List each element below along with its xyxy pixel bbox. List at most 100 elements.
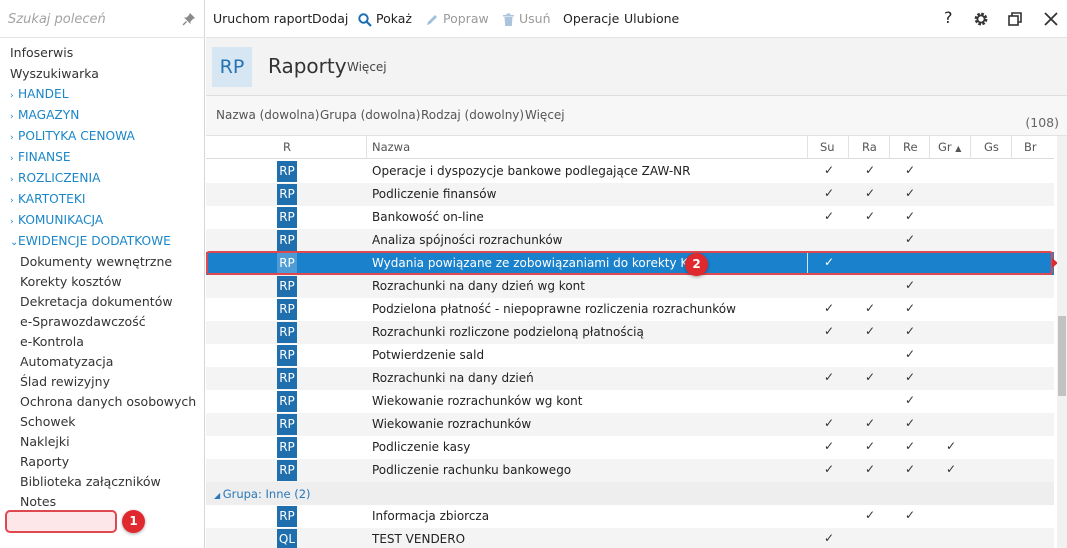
table-row[interactable]: RP Podliczenie finansów ✓ ✓ ✓ [206, 183, 1054, 206]
table-row[interactable]: RP Operacje i dyspozycje bankowe podlegaj… [206, 160, 1054, 183]
report-name: Podliczenie kasy [372, 440, 471, 454]
nav-sub-item[interactable]: Naklejki [0, 432, 205, 452]
table-row[interactable]: RP Potwierdzenie sald ✓ [206, 344, 1054, 367]
column-header-br[interactable]: Br [1024, 140, 1037, 154]
nav-sub-item[interactable]: Notes [0, 492, 205, 512]
nav-item[interactable]: Wyszukiwarka [0, 63, 205, 84]
chevron-right-icon: › [10, 112, 14, 122]
column-header-gs[interactable]: Gs [984, 140, 999, 154]
report-type-icon: QL [277, 529, 297, 548]
nav-item[interactable]: Infoserwis [0, 42, 205, 63]
checkmark-icon: ✓ [824, 163, 835, 177]
table-row[interactable]: RP Wiekowanie rozrachunków wg kont ✓ [206, 390, 1054, 413]
command-search-input[interactable] [8, 9, 178, 29]
column-header-gr[interactable]: Gr ▲ [938, 140, 961, 154]
filter-bar: Nazwa (dowolna) Grupa (dowolna) Rodzaj (… [206, 96, 1067, 136]
checkmark-icon: ✓ [905, 370, 916, 384]
nav-sub-item[interactable]: Ochrona danych osobowych [0, 392, 205, 412]
group-header-row[interactable]: ◢ Grupa: Inne (2) [206, 482, 1054, 505]
nav-group[interactable]: › POLITYKA CENOWA [0, 126, 205, 147]
help-button[interactable]: ? [944, 9, 953, 27]
edit-button[interactable]: Popraw [425, 10, 489, 28]
show-button[interactable]: Pokaż [358, 10, 412, 28]
column-header-su[interactable]: Su [820, 140, 835, 154]
nav-sub-item[interactable]: Korekty kosztów [0, 272, 205, 292]
run-report-button[interactable]: Uruchom raport [213, 10, 312, 28]
close-icon[interactable] [1042, 10, 1060, 28]
nav-sub-item[interactable]: Automatyzacja [0, 352, 205, 372]
report-type-icon: RP [277, 368, 297, 389]
delete-button[interactable]: Usuń [502, 10, 551, 28]
module-tile: RP [212, 47, 252, 87]
nav-group[interactable]: › KOMUNIKACJA [0, 210, 205, 231]
nav-sub-item[interactable]: Biblioteka załączników [0, 472, 205, 492]
column-header-r[interactable]: R [283, 140, 291, 154]
checkmark-icon: ✓ [946, 462, 957, 476]
checkmark-icon: ✓ [865, 416, 876, 430]
nav-group-expanded[interactable]: ⌄EWIDENCJE DODATKOWE [0, 231, 205, 252]
nav-group[interactable]: › KARTOTEKI [0, 189, 205, 210]
column-header-re[interactable]: Re [903, 140, 918, 154]
nav-sub-item[interactable]: Dokumenty wewnętrzne [0, 252, 205, 272]
filter-kind[interactable]: Rodzaj (dowolny) [421, 108, 524, 122]
table-row[interactable]: RP Podliczenie rachunku bankowego ✓ ✓ ✓ ✓ [206, 459, 1054, 482]
add-button[interactable]: Dodaj [312, 10, 348, 28]
table-row[interactable]: RP Rozrachunki na dany dzień wg kont ✓ [206, 275, 1054, 298]
gear-icon[interactable] [972, 10, 990, 28]
nav-group[interactable]: › MAGAZYN [0, 105, 205, 126]
column-header-name[interactable]: Nazwa [372, 140, 410, 154]
nav-sub-item[interactable]: Dekretacja dokumentów [0, 292, 205, 312]
table-row[interactable]: RP Wiekowanie rozrachunków ✓ ✓ ✓ [206, 413, 1054, 436]
report-name: Wiekowanie rozrachunków [372, 417, 532, 431]
checkmark-icon: ✓ [905, 508, 916, 522]
nav-sub-item[interactable]: Raporty [0, 452, 205, 472]
restore-window-icon[interactable] [1006, 10, 1024, 28]
show-label: Pokaż [376, 11, 412, 26]
trash-icon [503, 13, 514, 26]
table-row[interactable]: RP Podliczenie kasy ✓ ✓ ✓ ✓ [206, 436, 1054, 459]
header-more-link[interactable]: Więcej [347, 60, 387, 74]
scrollbar-thumb[interactable] [1058, 316, 1066, 396]
table-row-selected[interactable]: RP Wydania powiązane ze zobowiązaniami do… [206, 252, 1054, 275]
table-row[interactable]: RP Bankowość on-line ✓ ✓ ✓ [206, 206, 1054, 229]
collapse-group-icon[interactable]: ◢ [214, 491, 223, 500]
checkmark-icon: ✓ [824, 370, 835, 384]
group-label-text: Grupa: Inne (2) [222, 487, 311, 501]
nav-sub-item[interactable]: Ślad rewizyjny [0, 372, 205, 392]
checkmark-icon: ✓ [865, 370, 876, 384]
table-row[interactable]: RP Rozrachunki na dany dzień ✓ ✓ ✓ [206, 367, 1054, 390]
filter-more[interactable]: Więcej [525, 108, 565, 122]
filter-group[interactable]: Grupa (dowolna) [320, 108, 420, 122]
sidebar: InfoserwisWyszukiwarka › HANDEL › MAGAZYN › PO… [0, 0, 205, 548]
nav-group-label: POLITYKA CENOWA [18, 129, 135, 143]
nav-sub-item[interactable]: e-Sprawozdawczość [0, 312, 205, 332]
report-name: Potwierdzenie sald [372, 348, 485, 362]
group-label: ◢ Grupa: Inne (2) [214, 487, 311, 501]
nav-group-label: MAGAZYN [18, 108, 80, 122]
nav-sub-item[interactable]: Schowek [0, 412, 205, 432]
table-row[interactable]: RP Informacja zbiorcza ✓ ✓ [206, 505, 1054, 528]
nav-group[interactable]: › ROZLICZENIA [0, 168, 205, 189]
filter-name[interactable]: Nazwa (dowolna) [216, 108, 319, 122]
favorites-button[interactable]: Ulubione [624, 10, 679, 28]
checkmark-icon: ✓ [946, 439, 957, 453]
pin-icon[interactable] [182, 12, 196, 26]
table-row[interactable]: RP Podzielona płatność - niepoprawne rozl… [206, 298, 1054, 321]
nav-sub-item[interactable]: e-Kontrola [0, 332, 205, 352]
delete-label: Usuń [519, 11, 551, 26]
reports-grid: R Nazwa Su Ra Re Gr ▲ Gs Br RP Operacje i… [206, 136, 1067, 548]
report-name: Wiekowanie rozrachunków wg kont [372, 394, 583, 408]
nav-group[interactable]: › FINANSE [0, 147, 205, 168]
search-icon [358, 12, 372, 27]
column-header-ra[interactable]: Ra [862, 140, 877, 154]
table-row[interactable]: QL TEST VENDERO ✓ [206, 528, 1054, 548]
checkmark-icon: ✓ [905, 163, 916, 177]
operations-button[interactable]: Operacje [563, 10, 619, 28]
table-row[interactable]: RP Analiza spójności rozrachunków ✓ [206, 229, 1054, 252]
report-type-icon: RP [277, 161, 297, 182]
chevron-right-icon: › [10, 175, 14, 185]
table-row[interactable]: RP Rozrachunki rozliczone podzieloną płat… [206, 321, 1054, 344]
report-type-icon: RP [277, 253, 297, 274]
checkmark-icon: ✓ [865, 301, 876, 315]
nav-group[interactable]: › HANDEL [0, 84, 205, 105]
